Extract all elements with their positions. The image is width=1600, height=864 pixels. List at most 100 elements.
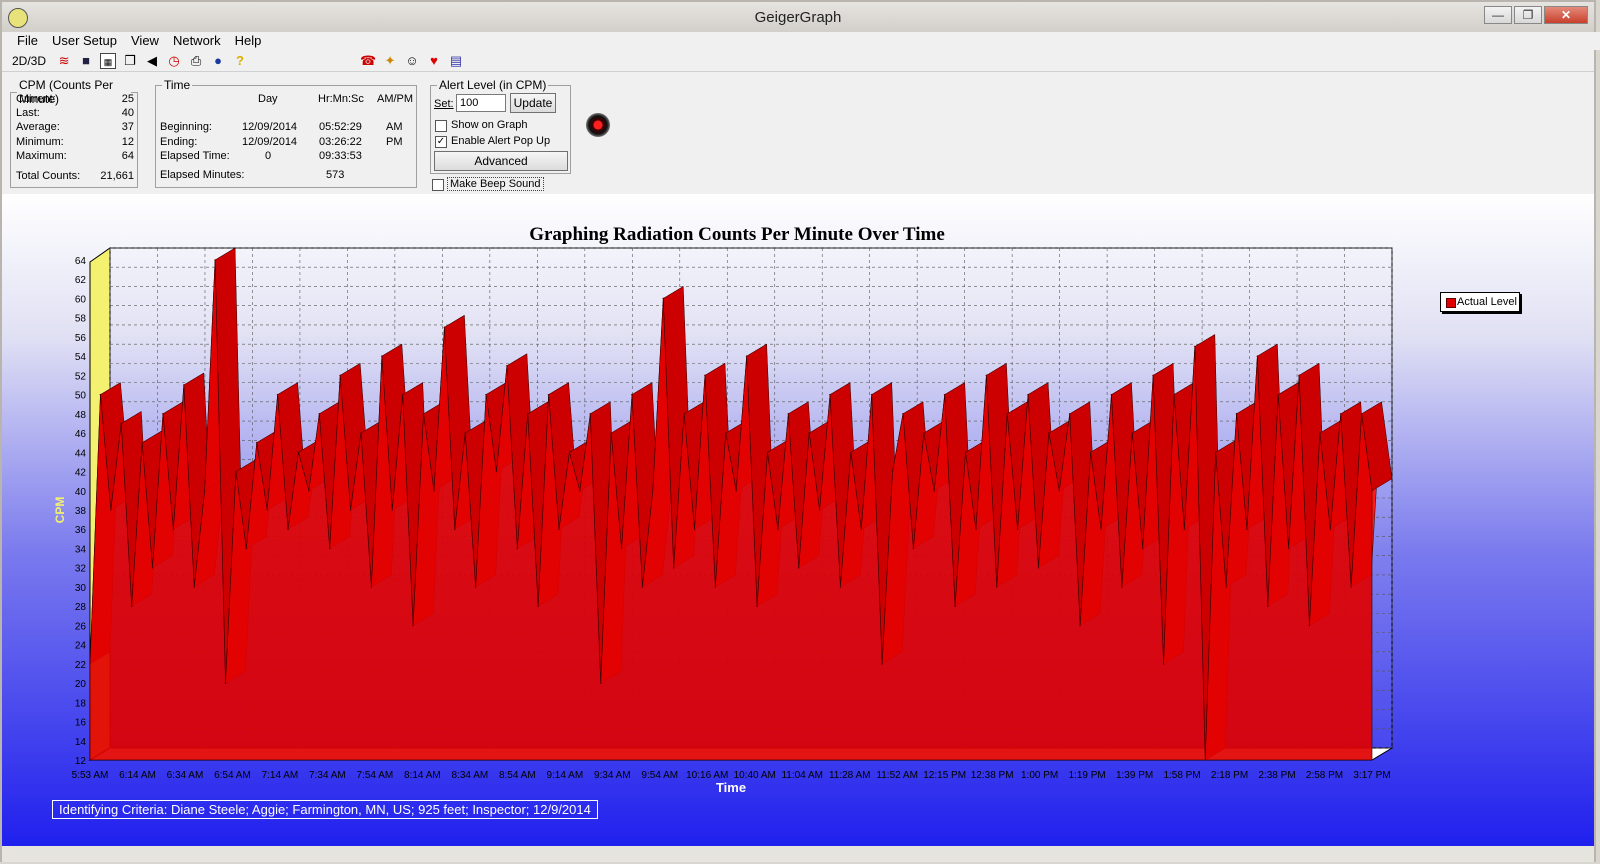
- data-point: [1277, 393, 1279, 396]
- cpm-last-value: 40: [121, 107, 134, 119]
- report-icon[interactable]: ▤: [448, 53, 464, 69]
- toggle-2d3d-button[interactable]: 2D/3D: [12, 54, 46, 68]
- make-beep-sound-checkbox[interactable]: [432, 179, 444, 191]
- data-point: [891, 470, 894, 473]
- copy-icon[interactable]: ❐: [122, 53, 138, 69]
- data-point: [287, 528, 289, 531]
- title-bar[interactable]: GeigerGraph — ❐ ✕: [2, 2, 1594, 32]
- help-icon[interactable]: ?: [232, 53, 248, 69]
- phone-icon[interactable]: ☎: [360, 53, 376, 69]
- data-point: [1319, 432, 1321, 434]
- menu-user-setup[interactable]: User Setup: [45, 32, 124, 50]
- print-icon[interactable]: ⎙: [188, 53, 204, 69]
- cpm-average-value: 37: [121, 121, 134, 133]
- data-point: [1298, 374, 1300, 377]
- minimize-button[interactable]: —: [1484, 6, 1512, 24]
- elapsed-time-label: Elapsed Time:: [160, 150, 230, 162]
- update-button[interactable]: Update: [510, 93, 556, 113]
- data-point: [954, 605, 956, 607]
- map-icon[interactable]: ♥: [426, 53, 442, 69]
- x-tick-label: 2:38 PM: [1258, 770, 1295, 781]
- data-point: [495, 470, 498, 473]
- speaker-icon[interactable]: ◀: [144, 53, 160, 69]
- y-tick-label: 18: [75, 698, 87, 709]
- data-point: [599, 682, 602, 684]
- data-point: [224, 682, 227, 684]
- alert-light-icon: [586, 113, 610, 137]
- data-point: [1006, 413, 1009, 415]
- x-tick-label: 8:14 AM: [404, 770, 441, 781]
- data-point: [339, 374, 341, 377]
- data-point: [1162, 663, 1165, 665]
- alert-level-input[interactable]: [456, 94, 506, 112]
- legend-label: Actual Level: [1457, 296, 1517, 308]
- data-point: [485, 393, 487, 396]
- enable-alert-popup-checkbox[interactable]: ✓: [435, 136, 447, 148]
- menu-network[interactable]: Network: [166, 32, 228, 50]
- y-tick-label: 20: [75, 679, 87, 690]
- maximize-button[interactable]: ❐: [1514, 6, 1542, 24]
- graph-icon[interactable]: ≋: [56, 53, 72, 69]
- data-point: [641, 586, 644, 588]
- clock-icon[interactable]: ◷: [166, 53, 182, 69]
- x-tick-label: 7:14 AM: [262, 770, 299, 781]
- data-point: [777, 528, 779, 531]
- camera-icon[interactable]: ✦: [382, 53, 398, 69]
- x-tick-label: 1:39 PM: [1116, 770, 1153, 781]
- data-point: [693, 528, 696, 531]
- data-point: [308, 489, 310, 492]
- enable-alert-popup-label: Enable Alert Pop Up: [451, 135, 551, 147]
- data-point: [1246, 528, 1248, 531]
- data-point: [1121, 586, 1123, 588]
- menu-view[interactable]: View: [124, 32, 166, 50]
- menu-bar: File User Setup View Network Help: [2, 32, 1600, 50]
- globe-icon[interactable]: ●: [210, 53, 226, 69]
- cpm-minimum-label: Minimum:: [16, 136, 64, 148]
- menu-file[interactable]: File: [10, 32, 45, 50]
- data-point: [422, 413, 425, 415]
- x-tick-label: 5:53 AM: [72, 770, 109, 781]
- data-point: [860, 528, 863, 531]
- identifying-criteria: Identifying Criteria: Diane Steele; Aggi…: [52, 800, 598, 819]
- data-point: [787, 413, 790, 415]
- data-point: [1204, 759, 1207, 761]
- y-tick-label: 34: [75, 544, 87, 555]
- y-tick-label: 52: [75, 371, 87, 382]
- x-tick-label: 2:18 PM: [1211, 770, 1248, 781]
- data-point: [151, 566, 154, 569]
- advanced-button[interactable]: Advanced: [434, 151, 568, 171]
- data-point: [1173, 393, 1175, 396]
- chart-svg: 12 14 16 18 20 22 24 26 28 30 32 34 36 38 40 42 44 46 48 50…: [53, 247, 1394, 795]
- x-tick-label: 12:38 PM: [971, 770, 1014, 781]
- close-button[interactable]: ✕: [1544, 6, 1588, 24]
- data-point: [943, 393, 946, 396]
- data-point: [276, 393, 279, 396]
- total-counts-label: Total Counts:: [16, 170, 81, 182]
- x-tick-label: 6:54 AM: [214, 770, 251, 781]
- x-tick-label: 7:54 AM: [357, 770, 394, 781]
- elapsed-minutes-label: Elapsed Minutes:: [160, 169, 245, 181]
- people-icon[interactable]: ☺: [404, 53, 420, 69]
- table-icon[interactable]: ▦: [100, 52, 117, 69]
- show-on-graph-checkbox[interactable]: [435, 120, 447, 132]
- data-point: [360, 432, 362, 434]
- data-point: [766, 451, 769, 454]
- legend-swatch: [1446, 298, 1456, 308]
- data-point: [1027, 393, 1029, 396]
- data-point: [902, 413, 904, 415]
- data-point: [1183, 528, 1186, 531]
- time-col-day: Day: [258, 93, 278, 105]
- beginning-label: Beginning:: [160, 121, 212, 133]
- menu-help[interactable]: Help: [228, 32, 269, 50]
- save-icon[interactable]: ■: [78, 53, 94, 69]
- data-point: [1037, 566, 1040, 569]
- y-tick-label: 30: [75, 583, 87, 594]
- cpm-maximum-label: Maximum:: [16, 150, 67, 162]
- data-point: [1079, 624, 1081, 627]
- elapsed-day: 0: [265, 150, 272, 162]
- data-point: [328, 547, 331, 550]
- data-point: [652, 489, 654, 492]
- data-point: [714, 586, 717, 588]
- data-point: [985, 374, 988, 377]
- y-tick-label: 58: [75, 314, 87, 325]
